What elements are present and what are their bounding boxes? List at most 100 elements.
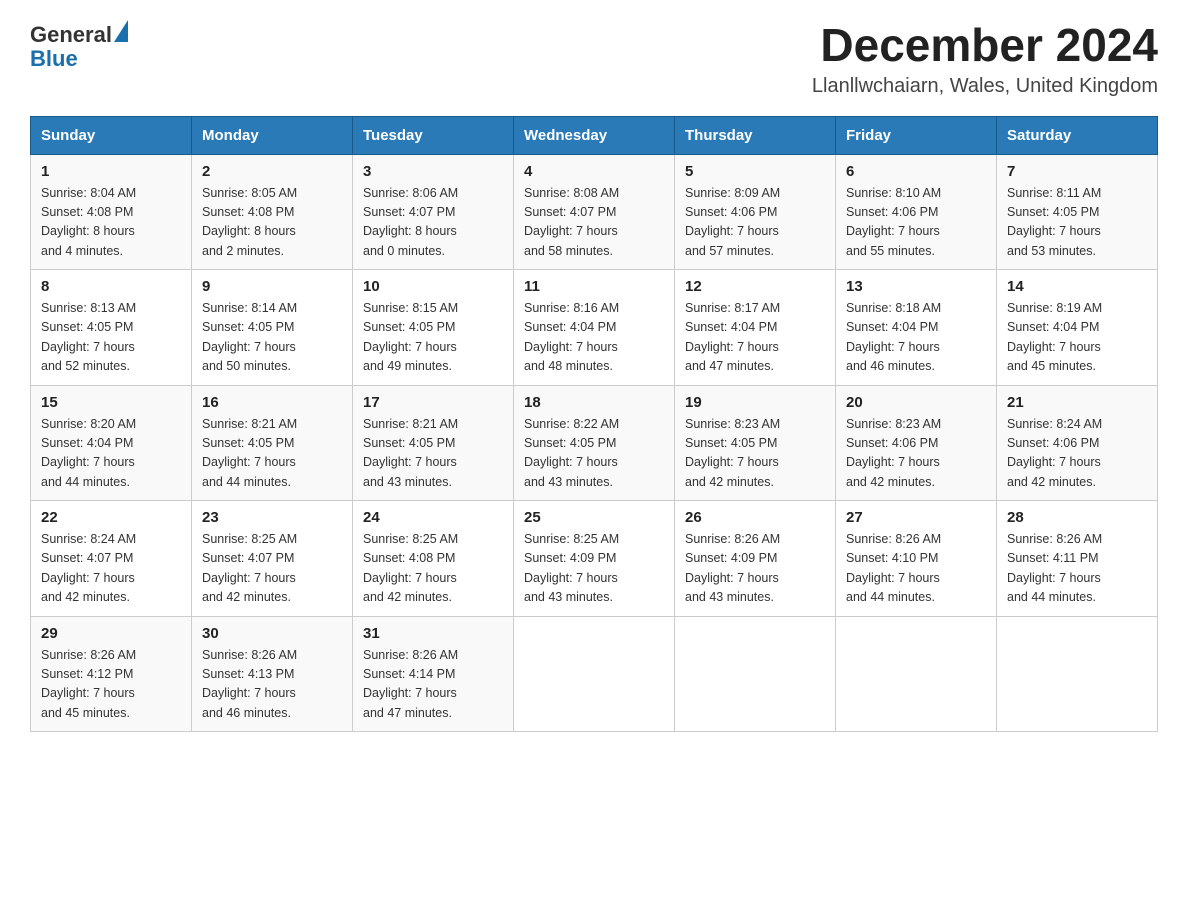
- calendar-cell: 5 Sunrise: 8:09 AMSunset: 4:06 PMDayligh…: [675, 154, 836, 270]
- calendar-week-1: 1 Sunrise: 8:04 AMSunset: 4:08 PMDayligh…: [31, 154, 1158, 270]
- day-info: Sunrise: 8:25 AMSunset: 4:07 PMDaylight:…: [202, 530, 342, 608]
- day-info: Sunrise: 8:15 AMSunset: 4:05 PMDaylight:…: [363, 299, 503, 377]
- day-info: Sunrise: 8:20 AMSunset: 4:04 PMDaylight:…: [41, 415, 181, 493]
- day-number: 29: [41, 625, 181, 642]
- calendar-cell: 31 Sunrise: 8:26 AMSunset: 4:14 PMDaylig…: [353, 616, 514, 732]
- calendar-cell: 13 Sunrise: 8:18 AMSunset: 4:04 PMDaylig…: [836, 270, 997, 386]
- day-info: Sunrise: 8:26 AMSunset: 4:13 PMDaylight:…: [202, 646, 342, 724]
- col-wednesday: Wednesday: [514, 116, 675, 154]
- day-info: Sunrise: 8:23 AMSunset: 4:06 PMDaylight:…: [846, 415, 986, 493]
- day-number: 21: [1007, 394, 1147, 411]
- day-info: Sunrise: 8:10 AMSunset: 4:06 PMDaylight:…: [846, 184, 986, 262]
- calendar-cell: 1 Sunrise: 8:04 AMSunset: 4:08 PMDayligh…: [31, 154, 192, 270]
- day-info: Sunrise: 8:18 AMSunset: 4:04 PMDaylight:…: [846, 299, 986, 377]
- day-info: Sunrise: 8:25 AMSunset: 4:08 PMDaylight:…: [363, 530, 503, 608]
- calendar-cell: 25 Sunrise: 8:25 AMSunset: 4:09 PMDaylig…: [514, 501, 675, 617]
- day-number: 23: [202, 509, 342, 526]
- day-info: Sunrise: 8:21 AMSunset: 4:05 PMDaylight:…: [363, 415, 503, 493]
- day-info: Sunrise: 8:16 AMSunset: 4:04 PMDaylight:…: [524, 299, 664, 377]
- calendar-week-5: 29 Sunrise: 8:26 AMSunset: 4:12 PMDaylig…: [31, 616, 1158, 732]
- day-info: Sunrise: 8:24 AMSunset: 4:07 PMDaylight:…: [41, 530, 181, 608]
- calendar-cell: 16 Sunrise: 8:21 AMSunset: 4:05 PMDaylig…: [192, 385, 353, 501]
- calendar-cell: 20 Sunrise: 8:23 AMSunset: 4:06 PMDaylig…: [836, 385, 997, 501]
- month-title: December 2024: [812, 20, 1158, 71]
- logo: General Blue: [30, 20, 128, 71]
- day-info: Sunrise: 8:04 AMSunset: 4:08 PMDaylight:…: [41, 184, 181, 262]
- calendar-cell: [836, 616, 997, 732]
- calendar-cell: 10 Sunrise: 8:15 AMSunset: 4:05 PMDaylig…: [353, 270, 514, 386]
- day-number: 16: [202, 394, 342, 411]
- calendar-cell: 6 Sunrise: 8:10 AMSunset: 4:06 PMDayligh…: [836, 154, 997, 270]
- calendar-week-4: 22 Sunrise: 8:24 AMSunset: 4:07 PMDaylig…: [31, 501, 1158, 617]
- day-number: 11: [524, 278, 664, 295]
- day-info: Sunrise: 8:26 AMSunset: 4:10 PMDaylight:…: [846, 530, 986, 608]
- day-number: 20: [846, 394, 986, 411]
- calendar-cell: 17 Sunrise: 8:21 AMSunset: 4:05 PMDaylig…: [353, 385, 514, 501]
- day-number: 17: [363, 394, 503, 411]
- calendar-cell: 26 Sunrise: 8:26 AMSunset: 4:09 PMDaylig…: [675, 501, 836, 617]
- day-number: 13: [846, 278, 986, 295]
- day-info: Sunrise: 8:14 AMSunset: 4:05 PMDaylight:…: [202, 299, 342, 377]
- day-info: Sunrise: 8:08 AMSunset: 4:07 PMDaylight:…: [524, 184, 664, 262]
- day-number: 10: [363, 278, 503, 295]
- day-number: 3: [363, 163, 503, 180]
- logo-triangle-icon: [114, 20, 128, 42]
- day-info: Sunrise: 8:26 AMSunset: 4:11 PMDaylight:…: [1007, 530, 1147, 608]
- calendar-cell: 24 Sunrise: 8:25 AMSunset: 4:08 PMDaylig…: [353, 501, 514, 617]
- day-number: 4: [524, 163, 664, 180]
- logo-general-text: General: [30, 22, 112, 47]
- day-number: 2: [202, 163, 342, 180]
- day-info: Sunrise: 8:19 AMSunset: 4:04 PMDaylight:…: [1007, 299, 1147, 377]
- day-info: Sunrise: 8:11 AMSunset: 4:05 PMDaylight:…: [1007, 184, 1147, 262]
- day-number: 30: [202, 625, 342, 642]
- calendar-cell: 3 Sunrise: 8:06 AMSunset: 4:07 PMDayligh…: [353, 154, 514, 270]
- calendar-cell: 18 Sunrise: 8:22 AMSunset: 4:05 PMDaylig…: [514, 385, 675, 501]
- day-number: 7: [1007, 163, 1147, 180]
- calendar-cell: 23 Sunrise: 8:25 AMSunset: 4:07 PMDaylig…: [192, 501, 353, 617]
- day-info: Sunrise: 8:25 AMSunset: 4:09 PMDaylight:…: [524, 530, 664, 608]
- header-row: Sunday Monday Tuesday Wednesday Thursday…: [31, 116, 1158, 154]
- calendar-week-2: 8 Sunrise: 8:13 AMSunset: 4:05 PMDayligh…: [31, 270, 1158, 386]
- col-thursday: Thursday: [675, 116, 836, 154]
- calendar-cell: 7 Sunrise: 8:11 AMSunset: 4:05 PMDayligh…: [997, 154, 1158, 270]
- calendar-table: Sunday Monday Tuesday Wednesday Thursday…: [30, 116, 1158, 733]
- day-info: Sunrise: 8:23 AMSunset: 4:05 PMDaylight:…: [685, 415, 825, 493]
- col-monday: Monday: [192, 116, 353, 154]
- day-info: Sunrise: 8:06 AMSunset: 4:07 PMDaylight:…: [363, 184, 503, 262]
- day-info: Sunrise: 8:13 AMSunset: 4:05 PMDaylight:…: [41, 299, 181, 377]
- day-number: 14: [1007, 278, 1147, 295]
- calendar-cell: 8 Sunrise: 8:13 AMSunset: 4:05 PMDayligh…: [31, 270, 192, 386]
- calendar-cell: [997, 616, 1158, 732]
- calendar-cell: [514, 616, 675, 732]
- calendar-cell: 30 Sunrise: 8:26 AMSunset: 4:13 PMDaylig…: [192, 616, 353, 732]
- day-number: 5: [685, 163, 825, 180]
- day-info: Sunrise: 8:26 AMSunset: 4:14 PMDaylight:…: [363, 646, 503, 724]
- calendar-cell: 12 Sunrise: 8:17 AMSunset: 4:04 PMDaylig…: [675, 270, 836, 386]
- day-number: 26: [685, 509, 825, 526]
- day-number: 1: [41, 163, 181, 180]
- title-section: December 2024 Llanllwchaiarn, Wales, Uni…: [812, 20, 1158, 98]
- calendar-cell: 27 Sunrise: 8:26 AMSunset: 4:10 PMDaylig…: [836, 501, 997, 617]
- calendar-cell: 28 Sunrise: 8:26 AMSunset: 4:11 PMDaylig…: [997, 501, 1158, 617]
- day-number: 19: [685, 394, 825, 411]
- day-number: 6: [846, 163, 986, 180]
- day-info: Sunrise: 8:17 AMSunset: 4:04 PMDaylight:…: [685, 299, 825, 377]
- day-number: 31: [363, 625, 503, 642]
- calendar-cell: 21 Sunrise: 8:24 AMSunset: 4:06 PMDaylig…: [997, 385, 1158, 501]
- day-info: Sunrise: 8:22 AMSunset: 4:05 PMDaylight:…: [524, 415, 664, 493]
- day-info: Sunrise: 8:26 AMSunset: 4:12 PMDaylight:…: [41, 646, 181, 724]
- calendar-cell: 19 Sunrise: 8:23 AMSunset: 4:05 PMDaylig…: [675, 385, 836, 501]
- calendar-cell: 15 Sunrise: 8:20 AMSunset: 4:04 PMDaylig…: [31, 385, 192, 501]
- page-header: General Blue December 2024 Llanllwchaiar…: [30, 20, 1158, 98]
- day-number: 28: [1007, 509, 1147, 526]
- day-info: Sunrise: 8:09 AMSunset: 4:06 PMDaylight:…: [685, 184, 825, 262]
- calendar-body: 1 Sunrise: 8:04 AMSunset: 4:08 PMDayligh…: [31, 154, 1158, 732]
- location-text: Llanllwchaiarn, Wales, United Kingdom: [812, 75, 1158, 98]
- calendar-cell: 14 Sunrise: 8:19 AMSunset: 4:04 PMDaylig…: [997, 270, 1158, 386]
- day-number: 18: [524, 394, 664, 411]
- day-number: 8: [41, 278, 181, 295]
- calendar-cell: 11 Sunrise: 8:16 AMSunset: 4:04 PMDaylig…: [514, 270, 675, 386]
- calendar-header: Sunday Monday Tuesday Wednesday Thursday…: [31, 116, 1158, 154]
- calendar-cell: 22 Sunrise: 8:24 AMSunset: 4:07 PMDaylig…: [31, 501, 192, 617]
- calendar-week-3: 15 Sunrise: 8:20 AMSunset: 4:04 PMDaylig…: [31, 385, 1158, 501]
